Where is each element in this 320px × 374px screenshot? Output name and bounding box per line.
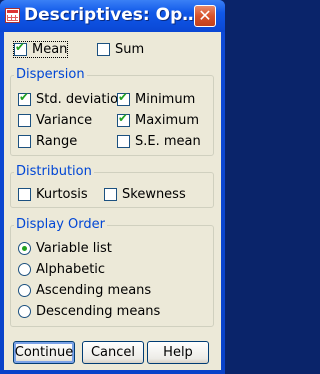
maximum-label: Maximum [135, 113, 200, 128]
minimum-checkbox[interactable]: Minimum [117, 90, 196, 107]
radio-ascending-means-dot[interactable] [18, 284, 31, 297]
skewness-label: Skewness [122, 187, 186, 202]
kurtosis-checkbox-box[interactable] [18, 188, 31, 201]
maximum-checkbox[interactable]: Maximum [117, 111, 200, 128]
window-title: Descriptives: Op… [24, 5, 200, 25]
sum-label: Sum [115, 42, 145, 57]
close-icon: ✕ [198, 6, 212, 25]
display-order-legend: Display Order [14, 217, 107, 232]
window-bottom-border [0, 370, 225, 374]
se-mean-checkbox[interactable]: S.E. mean [117, 134, 201, 149]
std-deviation-checkbox-box[interactable] [18, 90, 31, 106]
sum-checkbox-box[interactable] [97, 43, 110, 56]
help-button[interactable]: Help [147, 341, 209, 364]
cancel-button[interactable]: Cancel [82, 341, 144, 364]
continue-button[interactable]: Continue [13, 341, 75, 364]
std-deviation-checkbox[interactable]: Std. deviation [18, 90, 127, 107]
spss-table-icon [5, 8, 20, 23]
mean-label: Mean [32, 42, 68, 57]
dialog-body: Mean Sum Dispersion Std. deviation Minim… [4, 32, 221, 370]
title-bar[interactable]: Descriptives: Op… ✕ [0, 0, 225, 32]
variance-checkbox-box[interactable] [18, 114, 31, 127]
radio-alphabetic-label: Alphabetic [36, 262, 106, 277]
radio-descending-means-dot[interactable] [18, 305, 31, 318]
radio-variable-list-label: Variable list [36, 241, 112, 256]
sum-checkbox[interactable]: Sum [97, 42, 144, 57]
range-checkbox[interactable]: Range [18, 134, 77, 149]
kurtosis-label: Kurtosis [36, 187, 88, 202]
variance-label: Variance [36, 113, 93, 128]
range-checkbox-box[interactable] [18, 135, 31, 148]
radio-ascending-means[interactable]: Ascending means [18, 283, 151, 298]
maximum-checkbox-box[interactable] [117, 111, 130, 127]
skewness-checkbox[interactable]: Skewness [104, 187, 186, 202]
radio-variable-list[interactable]: Variable list [18, 241, 112, 256]
close-button[interactable]: ✕ [194, 5, 216, 27]
radio-descending-means-label: Descending means [36, 304, 161, 319]
dialog-window: Descriptives: Op… ✕ Mean Sum Dispersion … [0, 0, 225, 374]
distribution-legend: Distribution [14, 164, 94, 179]
dispersion-legend: Dispersion [14, 67, 87, 82]
mean-checkbox-box[interactable] [14, 40, 27, 56]
se-mean-label: S.E. mean [135, 134, 201, 149]
kurtosis-checkbox[interactable]: Kurtosis [18, 187, 88, 202]
radio-variable-list-dot[interactable] [18, 242, 31, 255]
radio-alphabetic-dot[interactable] [18, 263, 31, 276]
std-deviation-label: Std. deviation [36, 92, 127, 107]
skewness-checkbox-box[interactable] [104, 188, 117, 201]
variance-checkbox[interactable]: Variance [18, 113, 92, 128]
se-mean-checkbox-box[interactable] [117, 135, 130, 148]
minimum-label: Minimum [135, 92, 196, 107]
radio-descending-means[interactable]: Descending means [18, 304, 160, 319]
radio-ascending-means-label: Ascending means [36, 283, 152, 298]
radio-alphabetic[interactable]: Alphabetic [18, 262, 105, 277]
range-label: Range [36, 134, 78, 149]
minimum-checkbox-box[interactable] [117, 90, 130, 106]
mean-checkbox[interactable]: Mean [12, 40, 69, 58]
